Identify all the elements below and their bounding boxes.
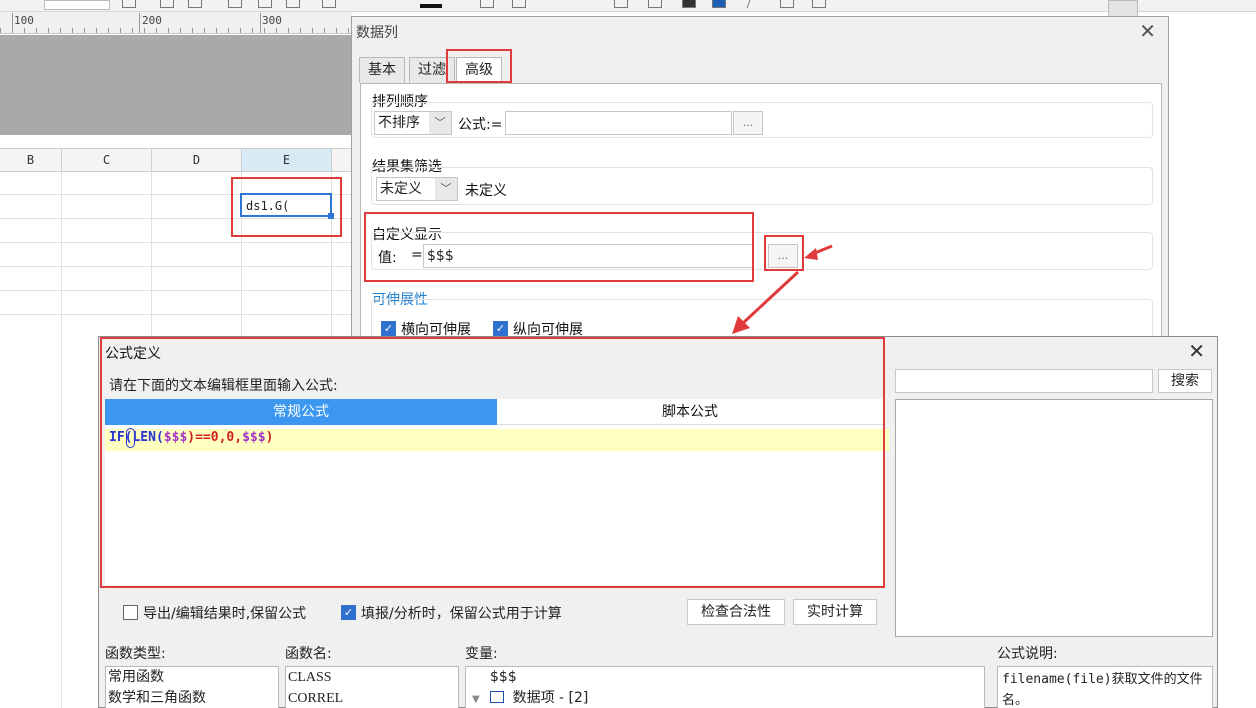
tree-item[interactable]: $$$ [466, 667, 984, 688]
brush-icon[interactable] [746, 0, 764, 8]
tab-basic[interactable]: 基本 [359, 57, 405, 83]
formula-icon[interactable] [648, 0, 662, 8]
toolbar [0, 0, 1256, 12]
column-header-e[interactable]: E [242, 149, 332, 171]
variable-label: 变量: [465, 646, 498, 662]
description-box: filename(file)获取文件的文件名。 [997, 666, 1213, 708]
column-header-c[interactable]: C [62, 149, 152, 171]
border-icon[interactable] [322, 0, 336, 8]
horizontal-expand-checkbox[interactable]: ✓ [381, 321, 396, 336]
annotation-box-formula [100, 337, 885, 588]
dialog-title: 数据列 [356, 25, 398, 41]
result-filter-text: 未定义 [465, 183, 507, 199]
sort-formula-label: 公式:= [458, 117, 503, 133]
vertical-expand-checkbox[interactable]: ✓ [493, 321, 508, 336]
insert-image-icon[interactable] [480, 0, 494, 8]
clipboard-icon[interactable] [780, 0, 794, 8]
function-name-list[interactable]: CLASS CORREL [285, 666, 459, 708]
function-name-label: 函数名: [285, 646, 332, 662]
description-text: filename(file)获取文件的文件名。 [1002, 672, 1203, 708]
column-headers: B C D E [0, 148, 352, 172]
column-header-b[interactable]: B [0, 149, 62, 171]
result-filter-select-value: 未定义 [380, 181, 422, 197]
frame-icon[interactable] [812, 0, 826, 8]
ruler-mark-100: 100 [14, 14, 34, 27]
sort-formula-input[interactable] [505, 111, 732, 135]
tree-item-label: $$$ [490, 669, 517, 685]
ruler-mark-300: 300 [262, 14, 282, 27]
font-color-icon[interactable] [420, 4, 442, 8]
chevron-down-icon: ﹀ [429, 112, 451, 134]
close-icon[interactable]: ✕ [1139, 19, 1156, 43]
text-wrap-icon[interactable] [614, 0, 628, 8]
sort-select[interactable]: 不排序 ﹀ [374, 111, 452, 135]
table-style-icon[interactable] [712, 0, 726, 8]
list-item[interactable]: CORREL [286, 688, 458, 708]
list-item[interactable]: 常用函数 [106, 667, 278, 688]
ruler-mark-200: 200 [142, 14, 162, 27]
font-size-combo[interactable] [44, 0, 110, 10]
chevron-down-icon: ﹀ [435, 178, 457, 200]
keep-formula-fill-label: 填报/分析时，保留公式用于计算 [361, 606, 562, 622]
function-type-list[interactable]: 常用函数 数学和三角函数 [105, 666, 279, 708]
variable-tree[interactable]: $$$ ▼ 数据项 - [2] [465, 666, 985, 708]
keep-formula-export-checkbox[interactable]: ✓ [123, 605, 138, 620]
insert-chart-icon[interactable] [512, 0, 526, 8]
function-search-input[interactable] [895, 369, 1153, 393]
bar-chart-icon[interactable] [682, 0, 696, 8]
underline-icon[interactable] [188, 0, 202, 8]
annotation-arrows [732, 244, 833, 334]
dataset-icon [490, 691, 505, 703]
annotation-box-custom-display [364, 212, 754, 282]
search-result-box[interactable] [895, 399, 1213, 637]
ruler: 100 200 300 [0, 12, 352, 34]
result-filter-select[interactable]: 未定义 ﹀ [376, 177, 458, 201]
align-left-icon[interactable] [228, 0, 242, 8]
italic-icon[interactable] [160, 0, 174, 8]
align-right-icon[interactable] [286, 0, 300, 8]
keep-formula-export-label: 导出/编辑结果时,保留公式 [143, 606, 307, 622]
search-button[interactable]: 搜索 [1158, 369, 1212, 393]
keep-formula-fill-checkbox[interactable]: ✓ [341, 605, 356, 620]
bold-icon[interactable] [122, 0, 136, 8]
report-gray-area [0, 35, 352, 135]
column-header-d[interactable]: D [152, 149, 242, 171]
tree-item[interactable]: ▼ 数据项 - [2] [466, 688, 984, 708]
align-center-icon[interactable] [258, 0, 272, 8]
check-validity-button[interactable]: 检查合法性 [687, 599, 785, 625]
tree-item-label: 数据项 - [2] [512, 690, 589, 706]
expand-arrow-icon[interactable]: ▼ [472, 694, 480, 705]
function-type-label: 函数类型: [105, 646, 166, 662]
list-item[interactable]: 数学和三角函数 [106, 688, 278, 708]
annotation-box-cell [231, 177, 342, 237]
sort-formula-button[interactable]: ... [733, 111, 763, 135]
close-icon[interactable]: ✕ [1188, 339, 1205, 363]
list-item[interactable]: CLASS [286, 667, 458, 688]
sort-select-value: 不排序 [378, 115, 420, 131]
description-label: 公式说明: [997, 646, 1058, 662]
realtime-calc-button[interactable]: 实时计算 [793, 599, 877, 625]
annotation-box-advanced-tab [446, 49, 512, 83]
